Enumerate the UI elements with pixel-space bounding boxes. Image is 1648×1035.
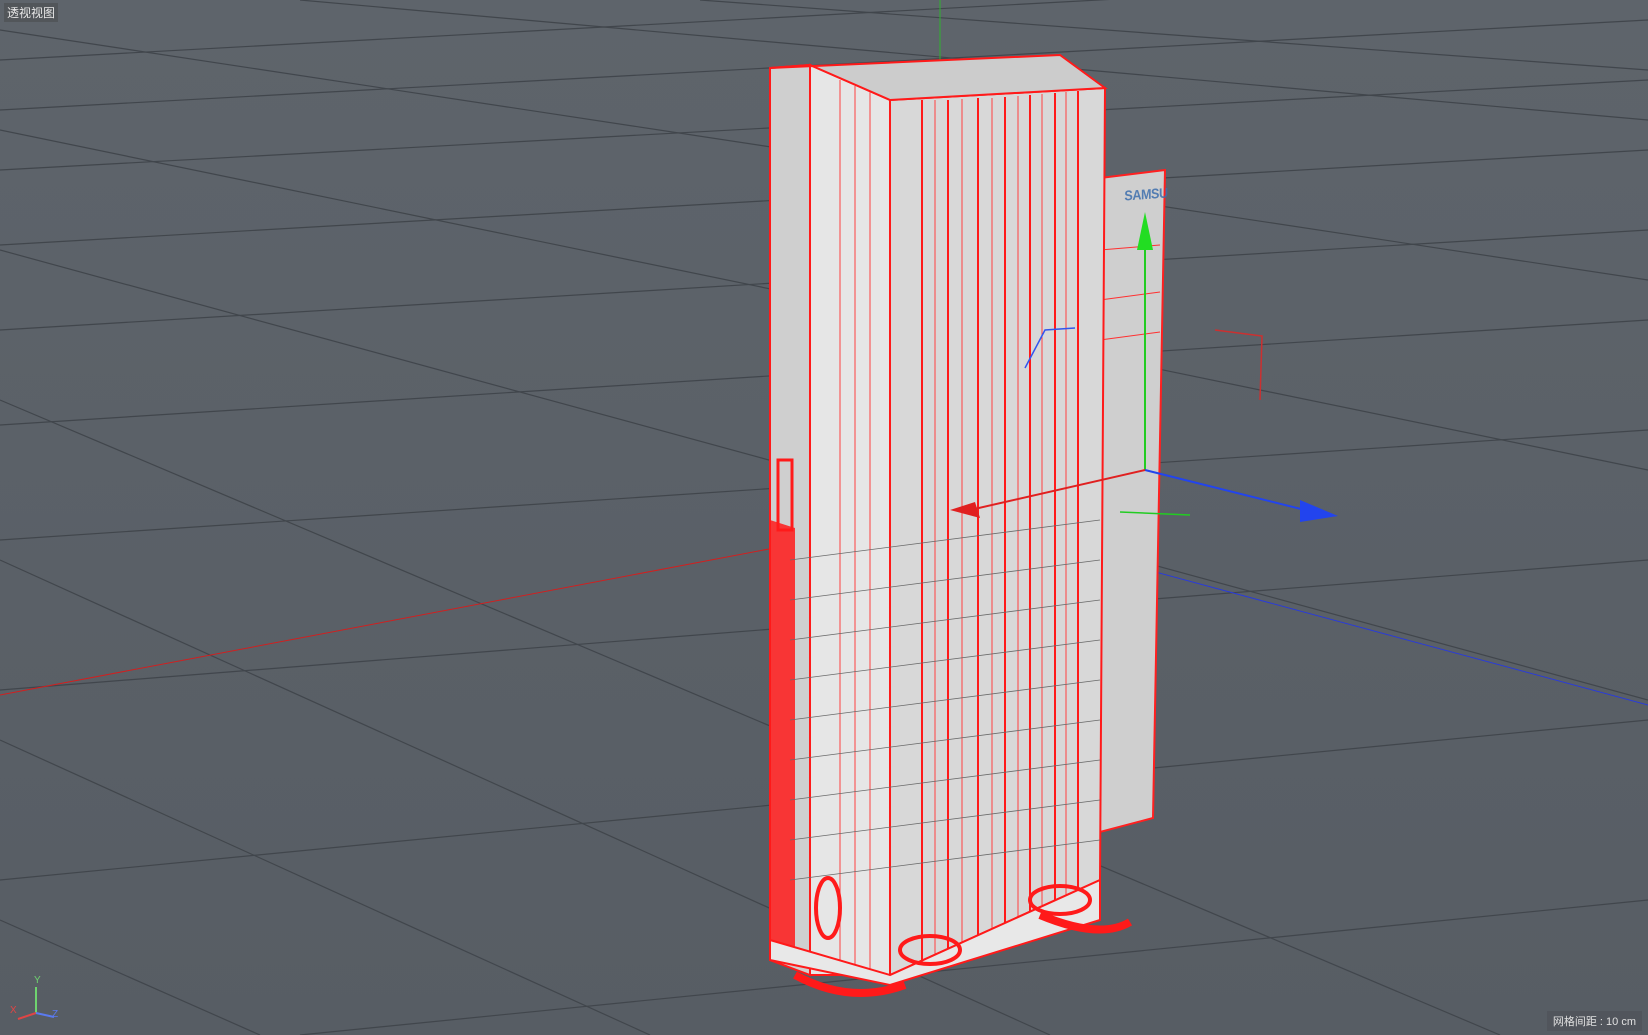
axis-y-label: Y <box>34 975 41 986</box>
unit-back-panel[interactable] <box>1099 168 1167 834</box>
perspective-viewport[interactable]: SAMSU 透视视图 Y X Z 网格间距 : 10 cm <box>0 0 1648 1035</box>
axis-x-label: X <box>10 1005 17 1016</box>
viewport-title[interactable]: 透视视图 <box>4 3 59 22</box>
axis-orientation-icon: Y X Z <box>8 975 68 1025</box>
grid-spacing-readout: 网格间距 : 10 cm <box>1546 1011 1642 1031</box>
move-gizmo-z-arrow-icon <box>1300 500 1338 522</box>
unit-logo: SAMSU <box>1124 184 1168 204</box>
axis-z-label: Z <box>52 1009 59 1020</box>
viewport-canvas[interactable] <box>0 0 1648 1035</box>
unit-main-body[interactable] <box>769 53 1108 987</box>
